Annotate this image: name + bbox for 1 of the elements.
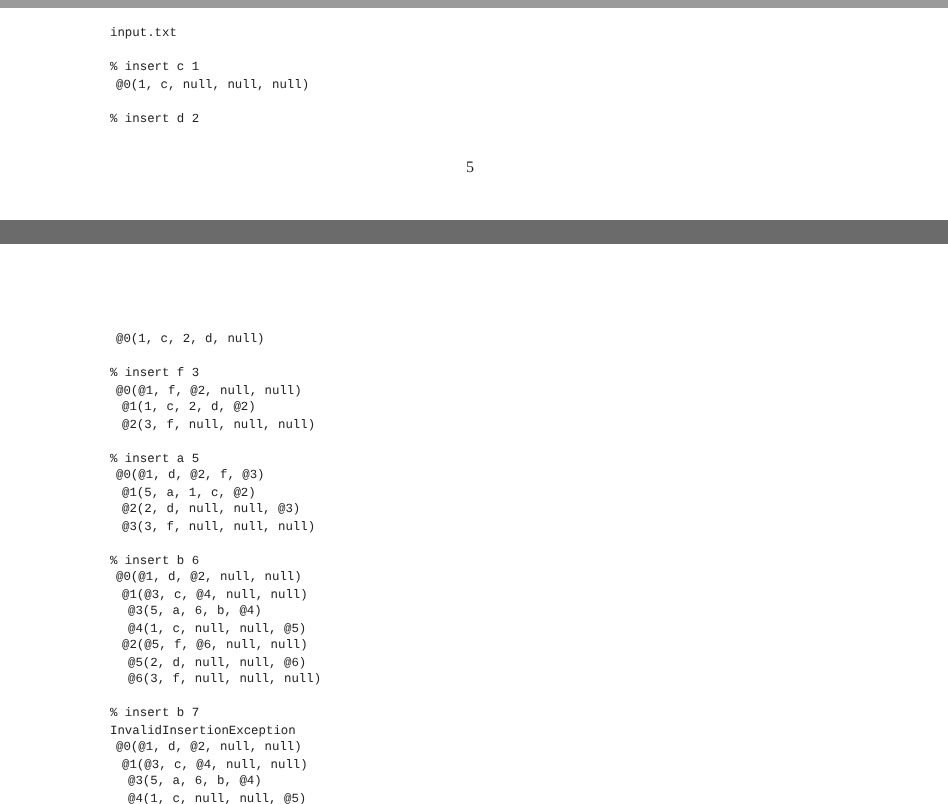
page-number: 5	[466, 156, 474, 180]
